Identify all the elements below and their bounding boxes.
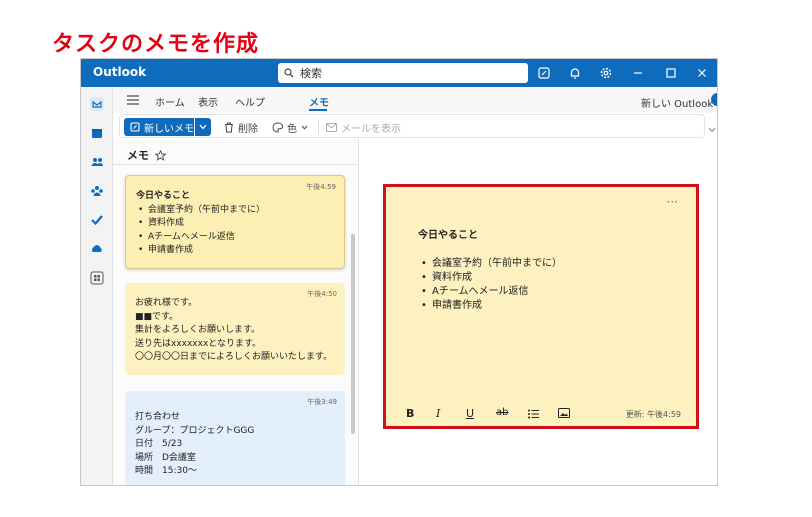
header-divider bbox=[113, 164, 359, 165]
outlook-window: Outlook 検索 ホーム 表示 ヘルプ メモ 新しい Outlook 新しい… bbox=[80, 58, 718, 486]
editor-bullet: 資料作成 bbox=[418, 271, 562, 285]
note-line: 〇〇月〇〇日までによろしくお願いいたします。 bbox=[135, 352, 333, 362]
gear-icon[interactable] bbox=[599, 66, 613, 80]
note-line: お疲れ様です。 bbox=[135, 298, 198, 308]
new-note-label: 新しいメモ bbox=[144, 123, 194, 135]
trash-icon bbox=[225, 122, 233, 133]
new-note-button[interactable]: 新しいメモ bbox=[124, 118, 194, 136]
calendar-icon[interactable] bbox=[90, 126, 104, 140]
new-note-dropdown[interactable] bbox=[195, 118, 211, 136]
italic-button[interactable]: I bbox=[436, 407, 440, 420]
delete-label: 削除 bbox=[238, 124, 258, 135]
list-scrollbar[interactable] bbox=[351, 234, 355, 434]
color-label: 色 bbox=[287, 124, 297, 135]
delete-button[interactable]: 削除 bbox=[224, 120, 258, 135]
format-bar: B I U ab 更新: 午後4:59 bbox=[406, 407, 681, 423]
note-line: 打ち合わせ bbox=[135, 412, 181, 422]
notes-icon[interactable] bbox=[537, 66, 551, 80]
note-card[interactable]: 午後4:59 今日やること 会議室予約（午前中までに） 資料作成 Aチームへメー… bbox=[125, 175, 345, 269]
apps-icon[interactable] bbox=[90, 271, 104, 285]
new-outlook-toggle[interactable] bbox=[711, 93, 717, 106]
envelope-icon bbox=[326, 123, 337, 132]
maximize-icon[interactable] bbox=[664, 66, 678, 80]
todo-icon[interactable] bbox=[90, 213, 104, 227]
active-tab-indicator bbox=[309, 109, 327, 111]
page-heading: タスクのメモを作成 bbox=[52, 32, 260, 57]
groups-icon[interactable] bbox=[90, 184, 104, 198]
mail-icon[interactable] bbox=[90, 97, 104, 111]
tab-view[interactable]: 表示 bbox=[198, 94, 218, 109]
note-bullet: 会議室予約（午前中までに） bbox=[136, 204, 334, 218]
hamburger-icon[interactable] bbox=[127, 95, 139, 105]
palette-icon bbox=[272, 122, 283, 133]
note-line: グループ：プロジェクトGGG bbox=[135, 425, 255, 436]
updated-timestamp: 更新: 午後4:59 bbox=[625, 410, 681, 419]
note-line: 集計をよろしくお願いします。 bbox=[135, 325, 261, 335]
note-line: ■■です。 bbox=[135, 311, 179, 322]
search-placeholder: 検索 bbox=[300, 67, 322, 80]
app-rail bbox=[81, 87, 113, 485]
tab-notes[interactable]: メモ bbox=[309, 94, 329, 109]
minimize-icon[interactable] bbox=[631, 66, 645, 80]
notes-list-pane: メモ 午後4:59 今日やること 会議室予約（午前中までに） 資料作成 Aチーム… bbox=[113, 139, 359, 485]
tab-home[interactable]: ホーム bbox=[155, 94, 185, 109]
editor-bullet: 申請書作成 bbox=[418, 299, 562, 313]
new-outlook-label: 新しい Outlook bbox=[641, 99, 714, 110]
onedrive-icon[interactable] bbox=[90, 242, 104, 256]
note-line: 日付 5/23 bbox=[135, 439, 183, 449]
more-options-icon[interactable]: ··· bbox=[667, 195, 678, 209]
editor-body[interactable]: 今日やること 会議室予約（午前中までに） 資料作成 Aチームへメール返信 申請書… bbox=[418, 229, 562, 313]
close-icon[interactable] bbox=[695, 66, 709, 80]
bold-button[interactable]: B bbox=[406, 407, 414, 420]
underline-button[interactable]: U bbox=[466, 407, 474, 420]
editor-bullet: 会議室予約（午前中までに） bbox=[418, 257, 562, 271]
editor-bullet: Aチームへメール返信 bbox=[418, 285, 562, 299]
ribbon-expand-icon[interactable] bbox=[708, 127, 716, 133]
strikethrough-button[interactable]: ab bbox=[496, 407, 508, 418]
notes-list-title: メモ bbox=[127, 149, 149, 162]
show-in-mail-label: メールを表示 bbox=[341, 124, 401, 135]
toolbar-divider bbox=[318, 120, 319, 134]
title-bar: Outlook 検索 bbox=[81, 59, 717, 87]
bell-icon[interactable] bbox=[568, 66, 582, 80]
star-icon[interactable] bbox=[155, 149, 166, 161]
notes-list-header: メモ bbox=[127, 147, 166, 163]
new-note-icon bbox=[130, 122, 140, 132]
note-line: 時間 15:30〜 bbox=[135, 466, 197, 476]
show-in-mail-button[interactable]: メールを表示 bbox=[326, 120, 401, 135]
note-bullet: 申請書作成 bbox=[136, 244, 334, 258]
search-input[interactable]: 検索 bbox=[278, 63, 528, 83]
note-time: 午後4:59 bbox=[306, 183, 336, 191]
app-title: Outlook bbox=[93, 65, 147, 79]
menu-bar: ホーム 表示 ヘルプ メモ 新しい Outlook bbox=[113, 87, 717, 113]
note-editor[interactable]: ··· 今日やること 会議室予約（午前中までに） 資料作成 Aチームへメール返信… bbox=[383, 184, 699, 429]
tab-help[interactable]: ヘルプ bbox=[235, 94, 265, 109]
editor-title: 今日やること bbox=[418, 230, 478, 241]
note-card[interactable]: 午後4:50 お疲れ様です。 ■■です。 集計をよろしくお願いします。 送り先は… bbox=[125, 283, 345, 375]
note-bullet: Aチームへメール返信 bbox=[136, 231, 334, 245]
people-icon[interactable] bbox=[90, 155, 104, 169]
note-line: 場所 D会議室 bbox=[135, 452, 196, 463]
toolbar: 新しいメモ 削除 色 メールを表示 bbox=[119, 114, 705, 138]
image-icon[interactable] bbox=[558, 408, 570, 418]
note-time: 午後3:49 bbox=[307, 398, 337, 406]
chevron-down-icon bbox=[199, 124, 207, 130]
note-line: 送り先はxxxxxxxとなります。 bbox=[135, 338, 262, 349]
note-time: 午後4:50 bbox=[307, 290, 337, 298]
bullet-list-icon[interactable] bbox=[528, 409, 539, 419]
note-bullet: 資料作成 bbox=[136, 217, 334, 231]
note-title: 今日やること bbox=[136, 191, 191, 201]
chevron-down-icon bbox=[301, 125, 308, 130]
color-button[interactable]: 色 bbox=[272, 120, 308, 135]
search-icon bbox=[284, 68, 294, 78]
note-card[interactable]: 午後3:49 打ち合わせ グループ：プロジェクトGGG 日付 5/23 場所 D… bbox=[125, 391, 345, 485]
